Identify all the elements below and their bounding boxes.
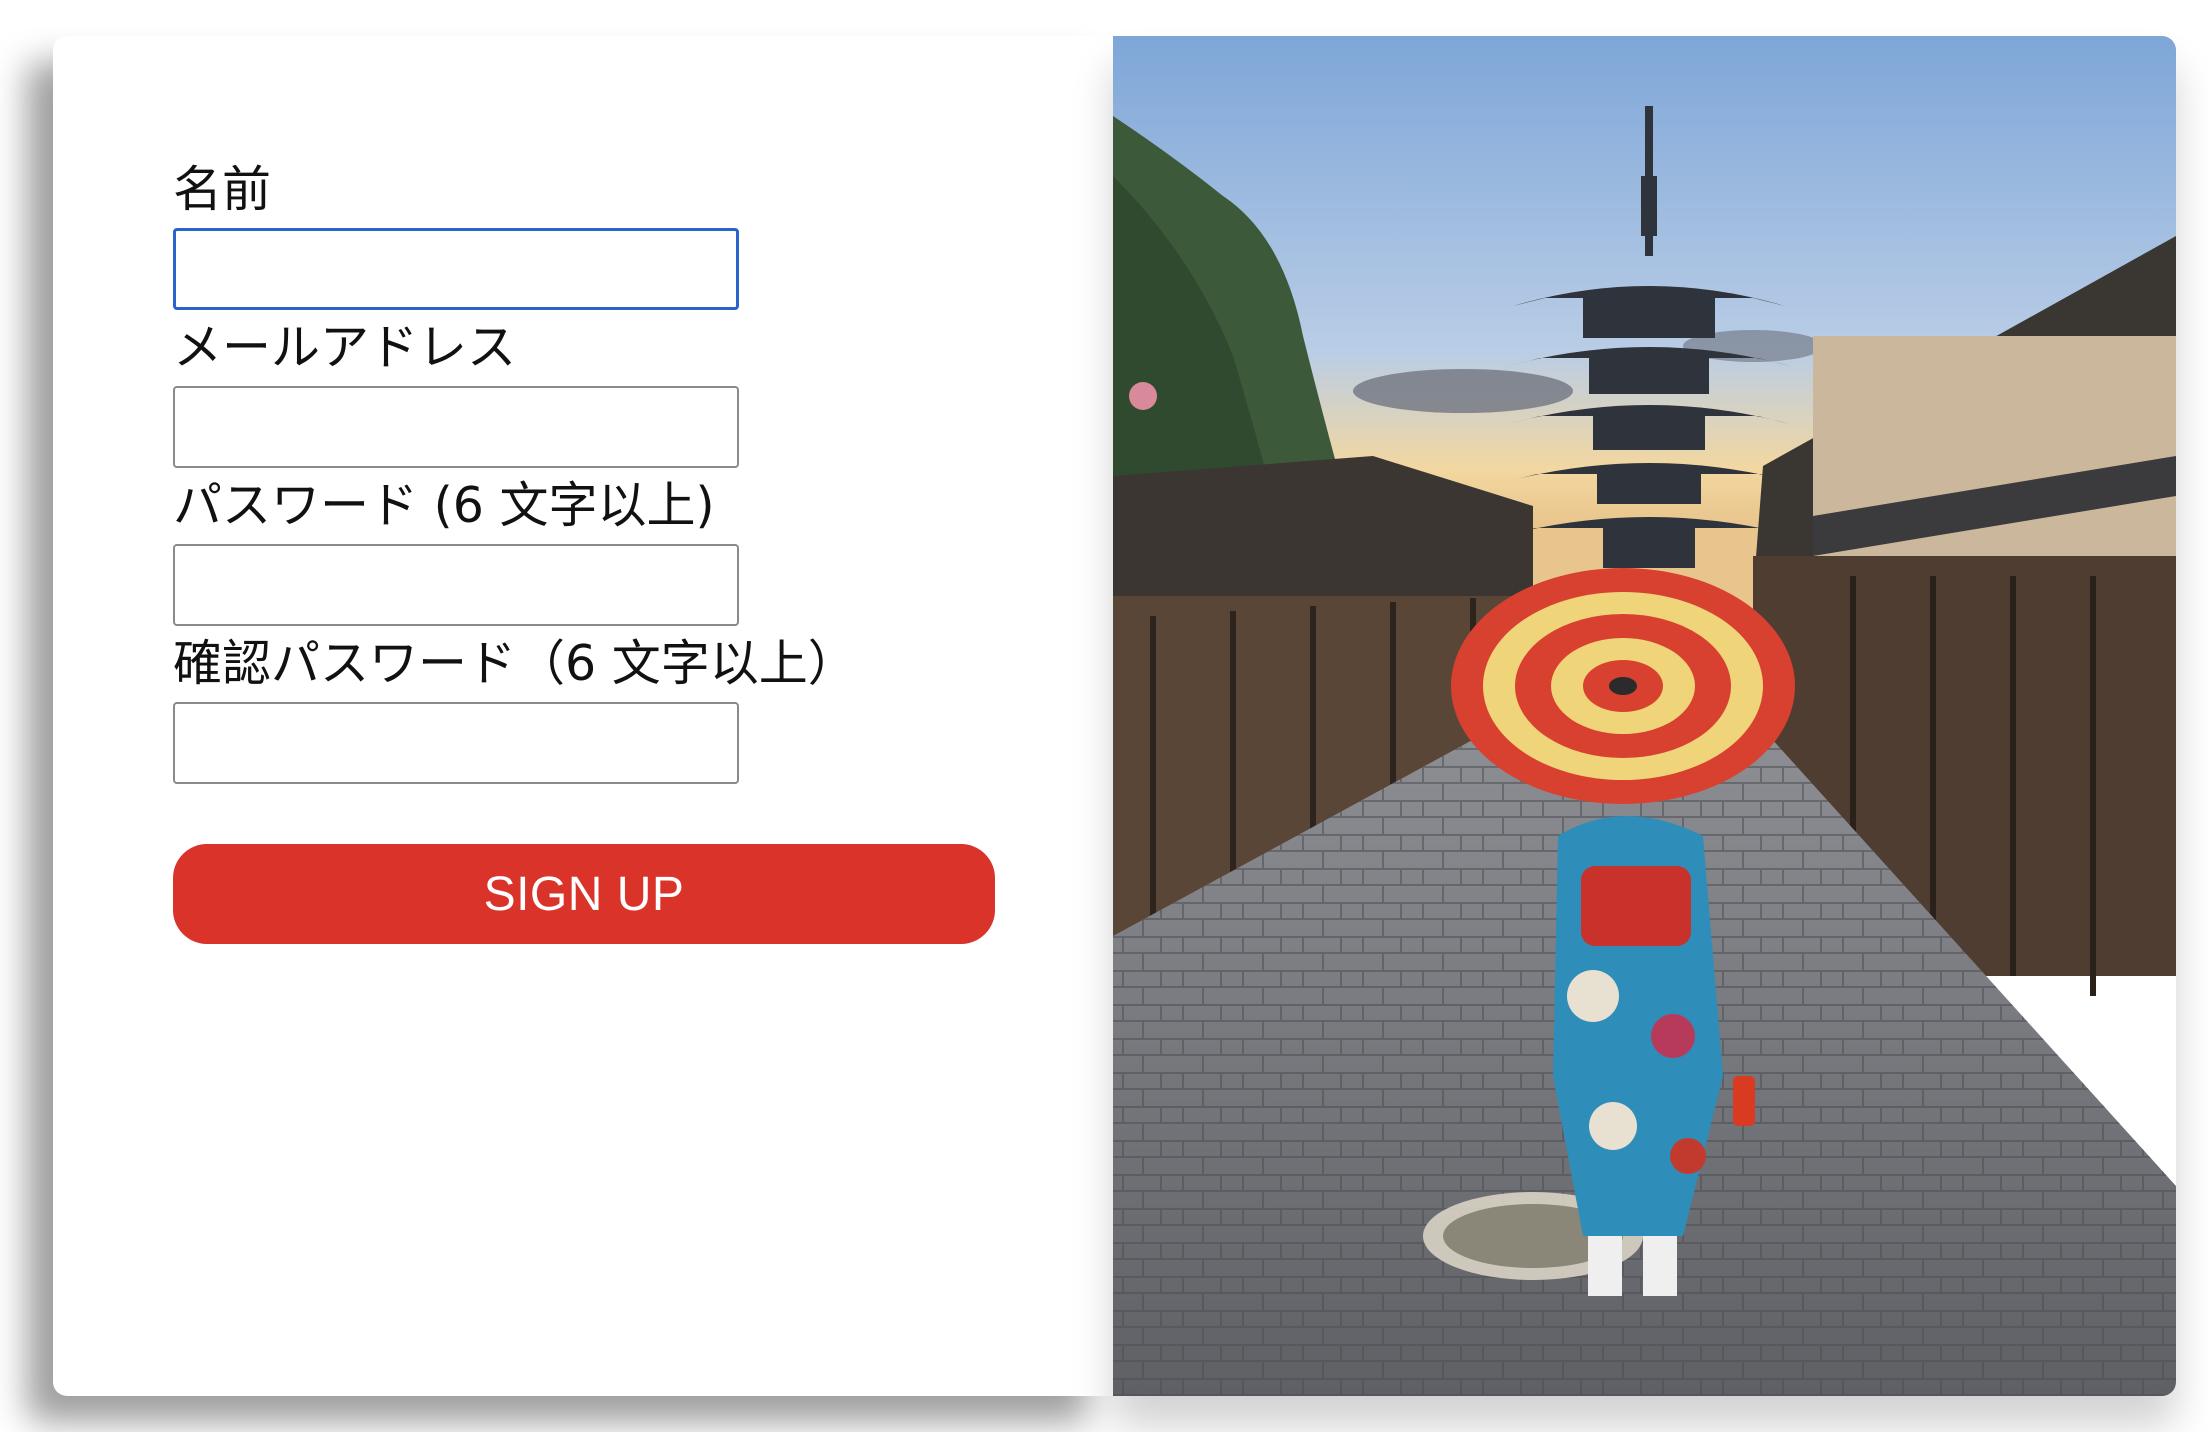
signup-card: 名前 メールアドレス パスワード (6 文字以上) 確認パスワード（6 文字以上…: [53, 36, 1113, 1396]
confirm-password-label: 確認パスワード（6 文字以上）: [173, 635, 857, 692]
name-label: 名前: [173, 161, 272, 218]
password-label: パスワード (6 文字以上): [173, 477, 715, 534]
signup-button[interactable]: SIGN UP: [173, 844, 995, 944]
email-input[interactable]: [173, 386, 739, 468]
name-input[interactable]: [173, 228, 739, 310]
kyoto-street-illustration: [1113, 36, 2176, 1396]
hero-image: [1113, 36, 2176, 1396]
email-label: メールアドレス: [173, 319, 517, 376]
password-input[interactable]: [173, 544, 739, 626]
confirm-password-input[interactable]: [173, 702, 739, 784]
signup-form: 名前 メールアドレス パスワード (6 文字以上) 確認パスワード（6 文字以上…: [173, 160, 1003, 944]
